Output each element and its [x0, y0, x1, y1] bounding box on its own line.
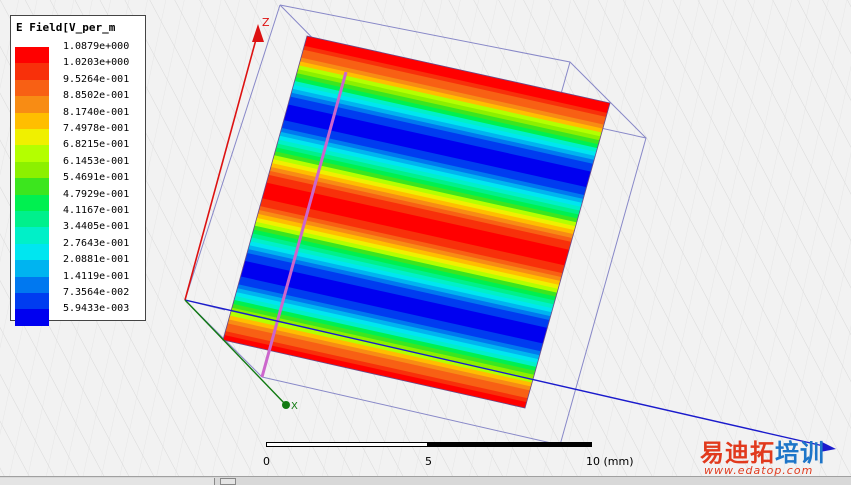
legend-value: 8.8502e-001 — [63, 90, 130, 102]
legend-value: 7.4978e-001 — [63, 123, 130, 134]
scale-label-mid: 5 — [425, 455, 432, 468]
legend-swatch — [15, 129, 49, 146]
legend-swatch — [15, 276, 49, 293]
legend-swatch — [15, 309, 49, 326]
scale-label-zero: 0 — [263, 455, 270, 468]
legend-swatch — [15, 112, 49, 129]
legend-value: 6.8215e-001 — [63, 139, 130, 151]
legend-value: 2.0881e-001 — [63, 254, 130, 266]
legend-swatch — [15, 293, 49, 310]
x-axis-label: X — [291, 401, 298, 412]
scale-label-max: 10 (mm) — [586, 455, 634, 468]
watermark-cn-blue: 培训 — [775, 439, 825, 467]
y-axis-marker — [282, 401, 290, 409]
legend-value: 6.1453e-001 — [63, 155, 130, 167]
legend-swatch — [15, 211, 49, 228]
legend-value: 1.4119e-001 — [63, 270, 130, 282]
scale-bar-left-segment — [266, 442, 428, 447]
legend-swatch — [15, 145, 49, 162]
legend-entry: 5.9433e-003 — [15, 304, 145, 326]
legend-swatch — [15, 96, 49, 113]
legend-swatch — [15, 243, 49, 261]
watermark-cn-red: 易迪拓 — [700, 439, 775, 467]
watermark-cn-text: 易迪拓培训 — [700, 433, 825, 468]
color-legend[interactable]: E Field[V_per_m 1.0879e+000 1.0203e+000 9.… — [10, 15, 146, 326]
legend-swatch — [15, 178, 49, 195]
legend-swatch — [15, 63, 49, 80]
legend-swatch — [15, 79, 49, 97]
scale-bar-right-segment — [428, 442, 592, 447]
legend-value: 4.7929e-001 — [63, 188, 130, 200]
legend-swatch — [15, 260, 49, 277]
legend-value: 9.5264e-001 — [63, 73, 130, 85]
legend-swatch — [15, 194, 49, 211]
z-axis-label: Z — [262, 16, 270, 29]
legend-value: 8.1740e-001 — [63, 106, 130, 118]
legend-value: 2.7643e-001 — [63, 237, 130, 249]
legend-value: 5.9433e-003 — [63, 303, 130, 315]
legend-title: E Field[V_per_m — [16, 21, 116, 34]
legend-value: 5.4691e-001 — [63, 172, 130, 184]
3d-viewport[interactable]: Z X E Field[V_per_m 1.0879e+000 1.0203e+0… — [0, 0, 851, 476]
legend-swatch — [15, 161, 49, 179]
legend-value: 7.3564e-002 — [63, 287, 130, 298]
legend-swatch — [15, 47, 49, 64]
scale-bar — [266, 442, 592, 450]
legend-value: 1.0879e+000 — [63, 41, 130, 52]
legend-value: 3.4405e-001 — [63, 221, 130, 233]
legend-value: 1.0203e+000 — [63, 57, 130, 69]
legend-swatch — [15, 227, 49, 244]
legend-value: 4.1167e-001 — [63, 205, 130, 216]
watermark-url: www.edatop.com — [704, 464, 814, 476]
watermark-logo: 易迪拓培训 www.edatop.com — [700, 433, 850, 476]
